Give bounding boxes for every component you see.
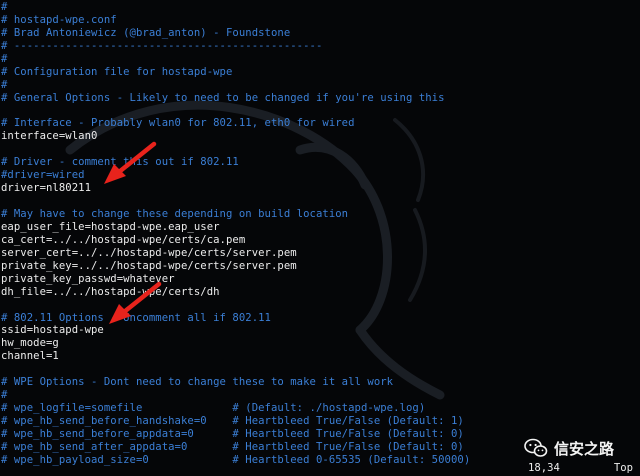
- config-line[interactable]: interface=wlan0: [1, 130, 470, 143]
- comment-line[interactable]: #: [1, 1, 470, 14]
- file-contents[interactable]: # # hostapd-wpe.conf # Brad Antoniewicz (@…: [1, 1, 470, 467]
- wechat-icon: [524, 438, 548, 457]
- comment-line[interactable]: #: [1, 53, 470, 66]
- watermark-text: 信安之路: [554, 439, 615, 458]
- cursor-position: 18,34: [528, 462, 560, 474]
- blank-line[interactable]: [1, 195, 470, 208]
- comment-line[interactable]: # WPE Options - Dont need to change thes…: [1, 376, 470, 389]
- config-line[interactable]: private_key_passwd=whatever: [1, 273, 470, 286]
- blank-line[interactable]: [1, 363, 470, 376]
- status-line: 18,34 Top: [0, 460, 640, 476]
- comment-line[interactable]: # 802.11 Options - Uncomment all if 802.…: [1, 312, 470, 325]
- blank-line[interactable]: [1, 299, 470, 312]
- config-line[interactable]: dh_file=../../hostapd-wpe/certs/dh: [1, 286, 470, 299]
- comment-line[interactable]: # wpe_hb_send_after_appdata=0 # Heartble…: [1, 441, 470, 454]
- comment-line[interactable]: # wpe_hb_send_before_handshake=0 # Heart…: [1, 415, 470, 428]
- config-line[interactable]: eap_user_file=hostapd-wpe.eap_user: [1, 221, 470, 234]
- config-line[interactable]: channel=1: [1, 350, 470, 363]
- watermark-badge: 信安之路: [524, 436, 614, 460]
- comment-line[interactable]: # wpe_hb_send_before_appdata=0 # Heartbl…: [1, 428, 470, 441]
- config-line[interactable]: driver=nl80211: [1, 182, 470, 195]
- config-line[interactable]: server_cert=../../hostapd-wpe/certs/serv…: [1, 247, 470, 260]
- blank-line[interactable]: [1, 105, 470, 118]
- terminal-window[interactable]: # # hostapd-wpe.conf # Brad Antoniewicz (@…: [0, 0, 640, 476]
- comment-line[interactable]: # wpe_logfile=somefile # (Default: ./hos…: [1, 402, 470, 415]
- blank-line[interactable]: [1, 143, 470, 156]
- config-line[interactable]: hw_mode=g: [1, 337, 470, 350]
- comment-line[interactable]: # Interface - Probably wlan0 for 802.11,…: [1, 117, 470, 130]
- comment-line[interactable]: # General Options - Likely to need to be…: [1, 92, 470, 105]
- config-line[interactable]: ssid=hostapd-wpe: [1, 324, 470, 337]
- comment-line[interactable]: #driver=wired: [1, 169, 470, 182]
- config-line[interactable]: private_key=../../hostapd-wpe/certs/serv…: [1, 260, 470, 273]
- comment-line[interactable]: # hostapd-wpe.conf: [1, 14, 470, 27]
- comment-line[interactable]: #: [1, 389, 470, 402]
- comment-line[interactable]: # Configuration file for hostapd-wpe: [1, 66, 470, 79]
- red-arrow-icon: [104, 141, 157, 184]
- config-line[interactable]: ca_cert=../../hostapd-wpe/certs/ca.pem: [1, 234, 470, 247]
- comment-line[interactable]: # --------------------------------------…: [1, 40, 470, 53]
- red-arrow-icon: [109, 281, 162, 324]
- comment-line[interactable]: # Driver - comment this out if 802.11: [1, 156, 470, 169]
- comment-line[interactable]: # Brad Antoniewicz (@brad_anton) - Found…: [1, 27, 470, 40]
- comment-line[interactable]: #: [1, 79, 470, 92]
- comment-line[interactable]: # May have to change these depending on …: [1, 208, 470, 221]
- scroll-position: Top: [613, 462, 633, 474]
